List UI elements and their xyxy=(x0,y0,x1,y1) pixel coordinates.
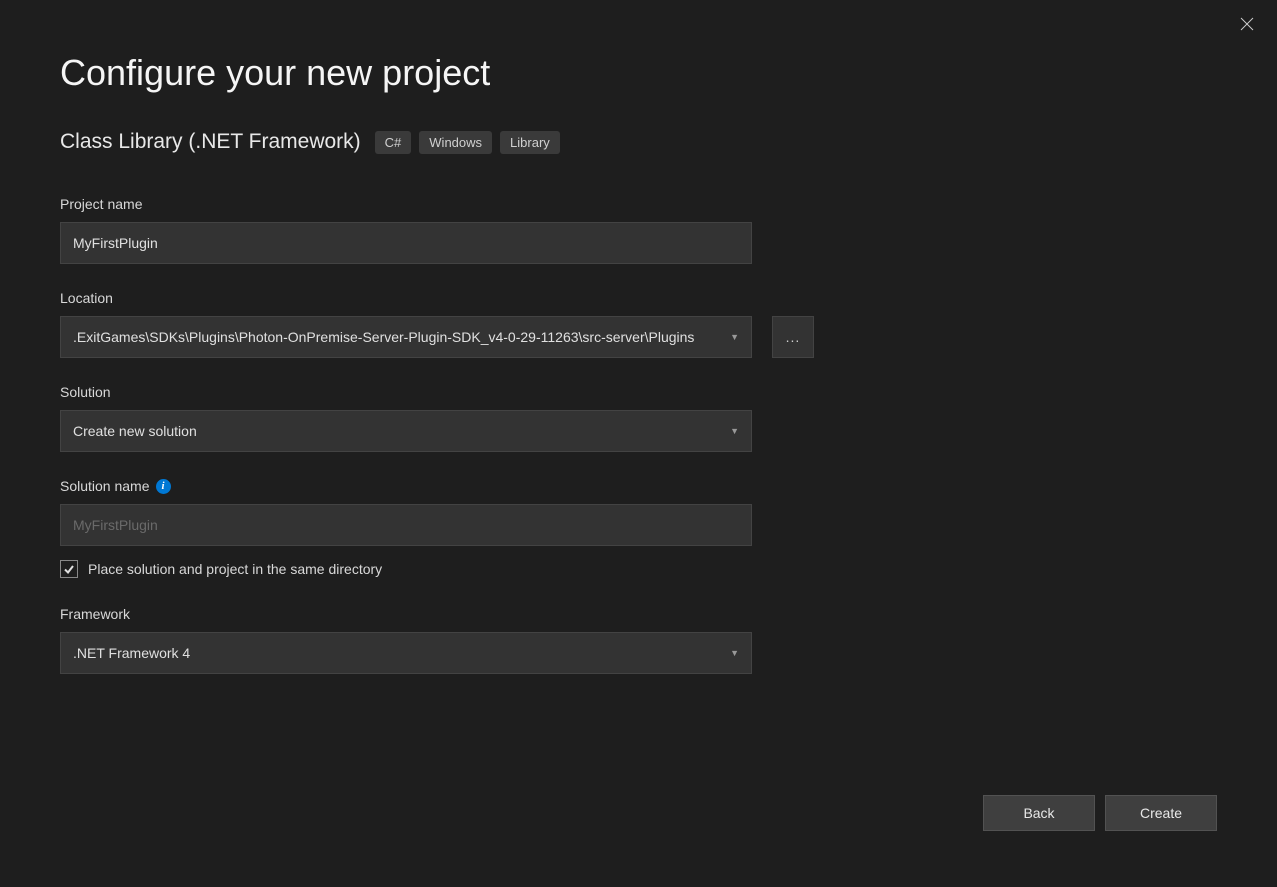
same-directory-row: Place solution and project in the same d… xyxy=(60,560,1217,578)
template-row: Class Library (.NET Framework) C# Window… xyxy=(60,130,1217,154)
project-name-group: Project name xyxy=(60,196,1217,264)
solution-group: Solution Create new solution ▼ xyxy=(60,384,1217,452)
location-value: .ExitGames\SDKs\Plugins\Photon-OnPremise… xyxy=(73,329,694,345)
solution-name-group: Solution name i xyxy=(60,478,1217,546)
info-icon[interactable]: i xyxy=(156,479,171,494)
check-icon xyxy=(63,563,75,575)
project-name-input[interactable] xyxy=(60,222,752,264)
browse-button[interactable]: ... xyxy=(772,316,814,358)
solution-combo[interactable]: Create new solution ▼ xyxy=(60,410,752,452)
close-icon xyxy=(1240,17,1254,31)
same-directory-checkbox[interactable] xyxy=(60,560,78,578)
chevron-down-icon: ▼ xyxy=(730,332,739,342)
chevron-down-icon: ▼ xyxy=(730,648,739,658)
page-title: Configure your new project xyxy=(60,52,1217,94)
solution-name-input[interactable] xyxy=(60,504,752,546)
chevron-down-icon: ▼ xyxy=(730,426,739,436)
tag-csharp: C# xyxy=(375,131,412,154)
close-button[interactable] xyxy=(1235,12,1259,36)
footer-buttons: Back Create xyxy=(983,795,1217,831)
project-name-label: Project name xyxy=(60,196,1217,212)
solution-label: Solution xyxy=(60,384,1217,400)
same-directory-label[interactable]: Place solution and project in the same d… xyxy=(88,561,382,577)
tag-windows: Windows xyxy=(419,131,492,154)
solution-value: Create new solution xyxy=(73,423,197,439)
solution-name-label-text: Solution name xyxy=(60,478,150,494)
location-combo[interactable]: .ExitGames\SDKs\Plugins\Photon-OnPremise… xyxy=(60,316,752,358)
template-name: Class Library (.NET Framework) xyxy=(60,130,361,154)
tag-library: Library xyxy=(500,131,560,154)
back-button[interactable]: Back xyxy=(983,795,1095,831)
template-tags: C# Windows Library xyxy=(375,131,560,154)
framework-group: Framework .NET Framework 4 ▼ xyxy=(60,606,1217,674)
location-group: Location .ExitGames\SDKs\Plugins\Photon-… xyxy=(60,290,1217,358)
create-button[interactable]: Create xyxy=(1105,795,1217,831)
framework-combo[interactable]: .NET Framework 4 ▼ xyxy=(60,632,752,674)
framework-value: .NET Framework 4 xyxy=(73,645,190,661)
framework-label: Framework xyxy=(60,606,1217,622)
solution-name-label: Solution name i xyxy=(60,478,1217,494)
location-label: Location xyxy=(60,290,1217,306)
